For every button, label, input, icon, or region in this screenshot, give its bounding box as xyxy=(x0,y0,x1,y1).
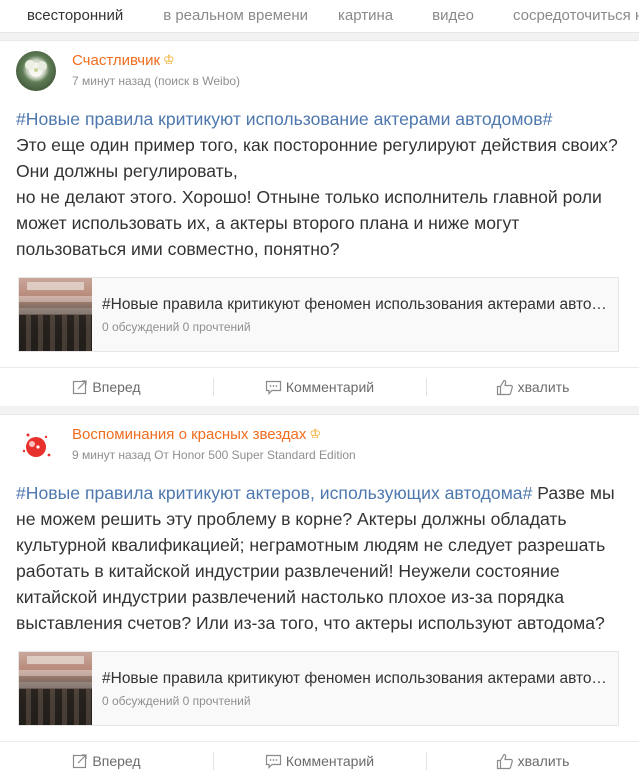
like-icon xyxy=(496,753,513,769)
comment-icon xyxy=(265,380,282,395)
link-card-text: #Новые правила критикуют феномен использ… xyxy=(92,652,607,725)
comment-icon xyxy=(265,754,282,769)
tab-pictures[interactable]: картина xyxy=(331,0,419,32)
red-star-avatar-image xyxy=(22,433,51,457)
crown-icon: ♔ xyxy=(163,52,175,67)
link-card-stats: 0 обсуждений 0 прочтений xyxy=(102,694,251,708)
avatar[interactable] xyxy=(16,425,56,465)
forward-icon xyxy=(73,380,88,395)
post-body: #Новые правила критикуют актеров, исполь… xyxy=(0,480,639,636)
topic-link[interactable]: #Новые правила критикуют актеров, исполь… xyxy=(16,483,532,503)
forward-button[interactable]: Вперед xyxy=(0,368,213,406)
topic-link-card[interactable]: #Новые правила критикуют феномен использ… xyxy=(18,651,619,726)
like-button[interactable]: хвалить xyxy=(426,742,639,780)
post-card: Счастливчик ♔ 7 минут назад (поиск в Weib… xyxy=(0,40,639,406)
post-meta: Воспоминания о красных звездах ♔ 9 минут … xyxy=(72,423,356,463)
author-name[interactable]: Воспоминания о красных звездах ♔ xyxy=(72,424,356,445)
post-actions: Вперед Комментарий хвалить xyxy=(0,367,639,406)
tab-video[interactable]: видео xyxy=(419,0,500,32)
post-text: Это еще один пример того, как посторонни… xyxy=(16,135,618,181)
link-card-title: #Новые правила критикуют феномен использ… xyxy=(102,296,607,313)
topic-thumbnail xyxy=(19,278,92,351)
like-button[interactable]: хвалить xyxy=(426,368,639,406)
link-card-title: #Новые правила критикуют феномен использ… xyxy=(102,670,607,687)
post-text: но не делают этого. Хорошо! Отныне тольк… xyxy=(16,187,602,259)
post-paragraph: #Новые правила критикуют актеров, исполь… xyxy=(16,480,623,636)
post-actions: Вперед Комментарий хвалить xyxy=(0,741,639,780)
post-header: Счастливчик ♔ 7 минут назад (поиск в Weib… xyxy=(0,41,639,97)
avatar[interactable] xyxy=(16,51,56,91)
author-name-text: Воспоминания о красных звездах xyxy=(72,426,307,443)
tab-focus[interactable]: сосредоточиться на xyxy=(500,0,639,32)
post-text: Разве мы не можем решить эту проблему в … xyxy=(16,483,615,633)
flower-avatar-image xyxy=(25,60,47,77)
forward-button[interactable]: Вперед xyxy=(0,742,213,780)
link-card-text: #Новые правила критикуют феномен использ… xyxy=(92,278,607,351)
topic-link-card[interactable]: #Новые правила критикуют феномен использ… xyxy=(18,277,619,352)
post-timestamp: 7 минут назад (поиск в Weibo) xyxy=(72,74,241,88)
tab-realtime[interactable]: в реальном времени xyxy=(150,0,331,32)
post-card: Воспоминания о красных звездах ♔ 9 минут … xyxy=(0,414,639,780)
tab-bar: всесторонний в реальном времени картина … xyxy=(0,0,639,33)
like-icon xyxy=(496,379,513,395)
tab-comprehensive[interactable]: всесторонний xyxy=(0,0,150,32)
topic-thumbnail xyxy=(19,652,92,725)
comment-label: Комментарий xyxy=(285,753,375,769)
comment-button[interactable]: Комментарий xyxy=(213,742,426,780)
comment-button[interactable]: Комментарий xyxy=(213,368,426,406)
link-card-stats: 0 обсуждений 0 прочтений xyxy=(102,320,251,334)
like-label: хвалить xyxy=(517,379,570,395)
post-paragraph: но не делают этого. Хорошо! Отныне тольк… xyxy=(16,184,623,262)
topic-link[interactable]: #Новые правила критикуют использование а… xyxy=(16,109,552,129)
author-name-text: Счастливчик xyxy=(72,52,161,69)
forward-label: Вперед xyxy=(92,753,141,769)
forward-label: Вперед xyxy=(92,379,141,395)
post-header: Воспоминания о красных звездах ♔ 9 минут … xyxy=(0,415,639,471)
crown-icon: ♔ xyxy=(309,426,322,441)
author-name[interactable]: Счастливчик ♔ xyxy=(72,50,240,71)
comment-label: Комментарий xyxy=(285,379,375,395)
post-timestamp: 9 минут назад От Honor 500 Super Standar… xyxy=(72,448,356,462)
post-body: #Новые правила критикуют использование а… xyxy=(0,106,639,262)
post-meta: Счастливчик ♔ 7 минут назад (поиск в Weib… xyxy=(72,49,240,89)
like-label: хвалить xyxy=(517,753,570,769)
post-paragraph: #Новые правила критикуют использование а… xyxy=(16,106,623,184)
forward-icon xyxy=(73,754,88,769)
